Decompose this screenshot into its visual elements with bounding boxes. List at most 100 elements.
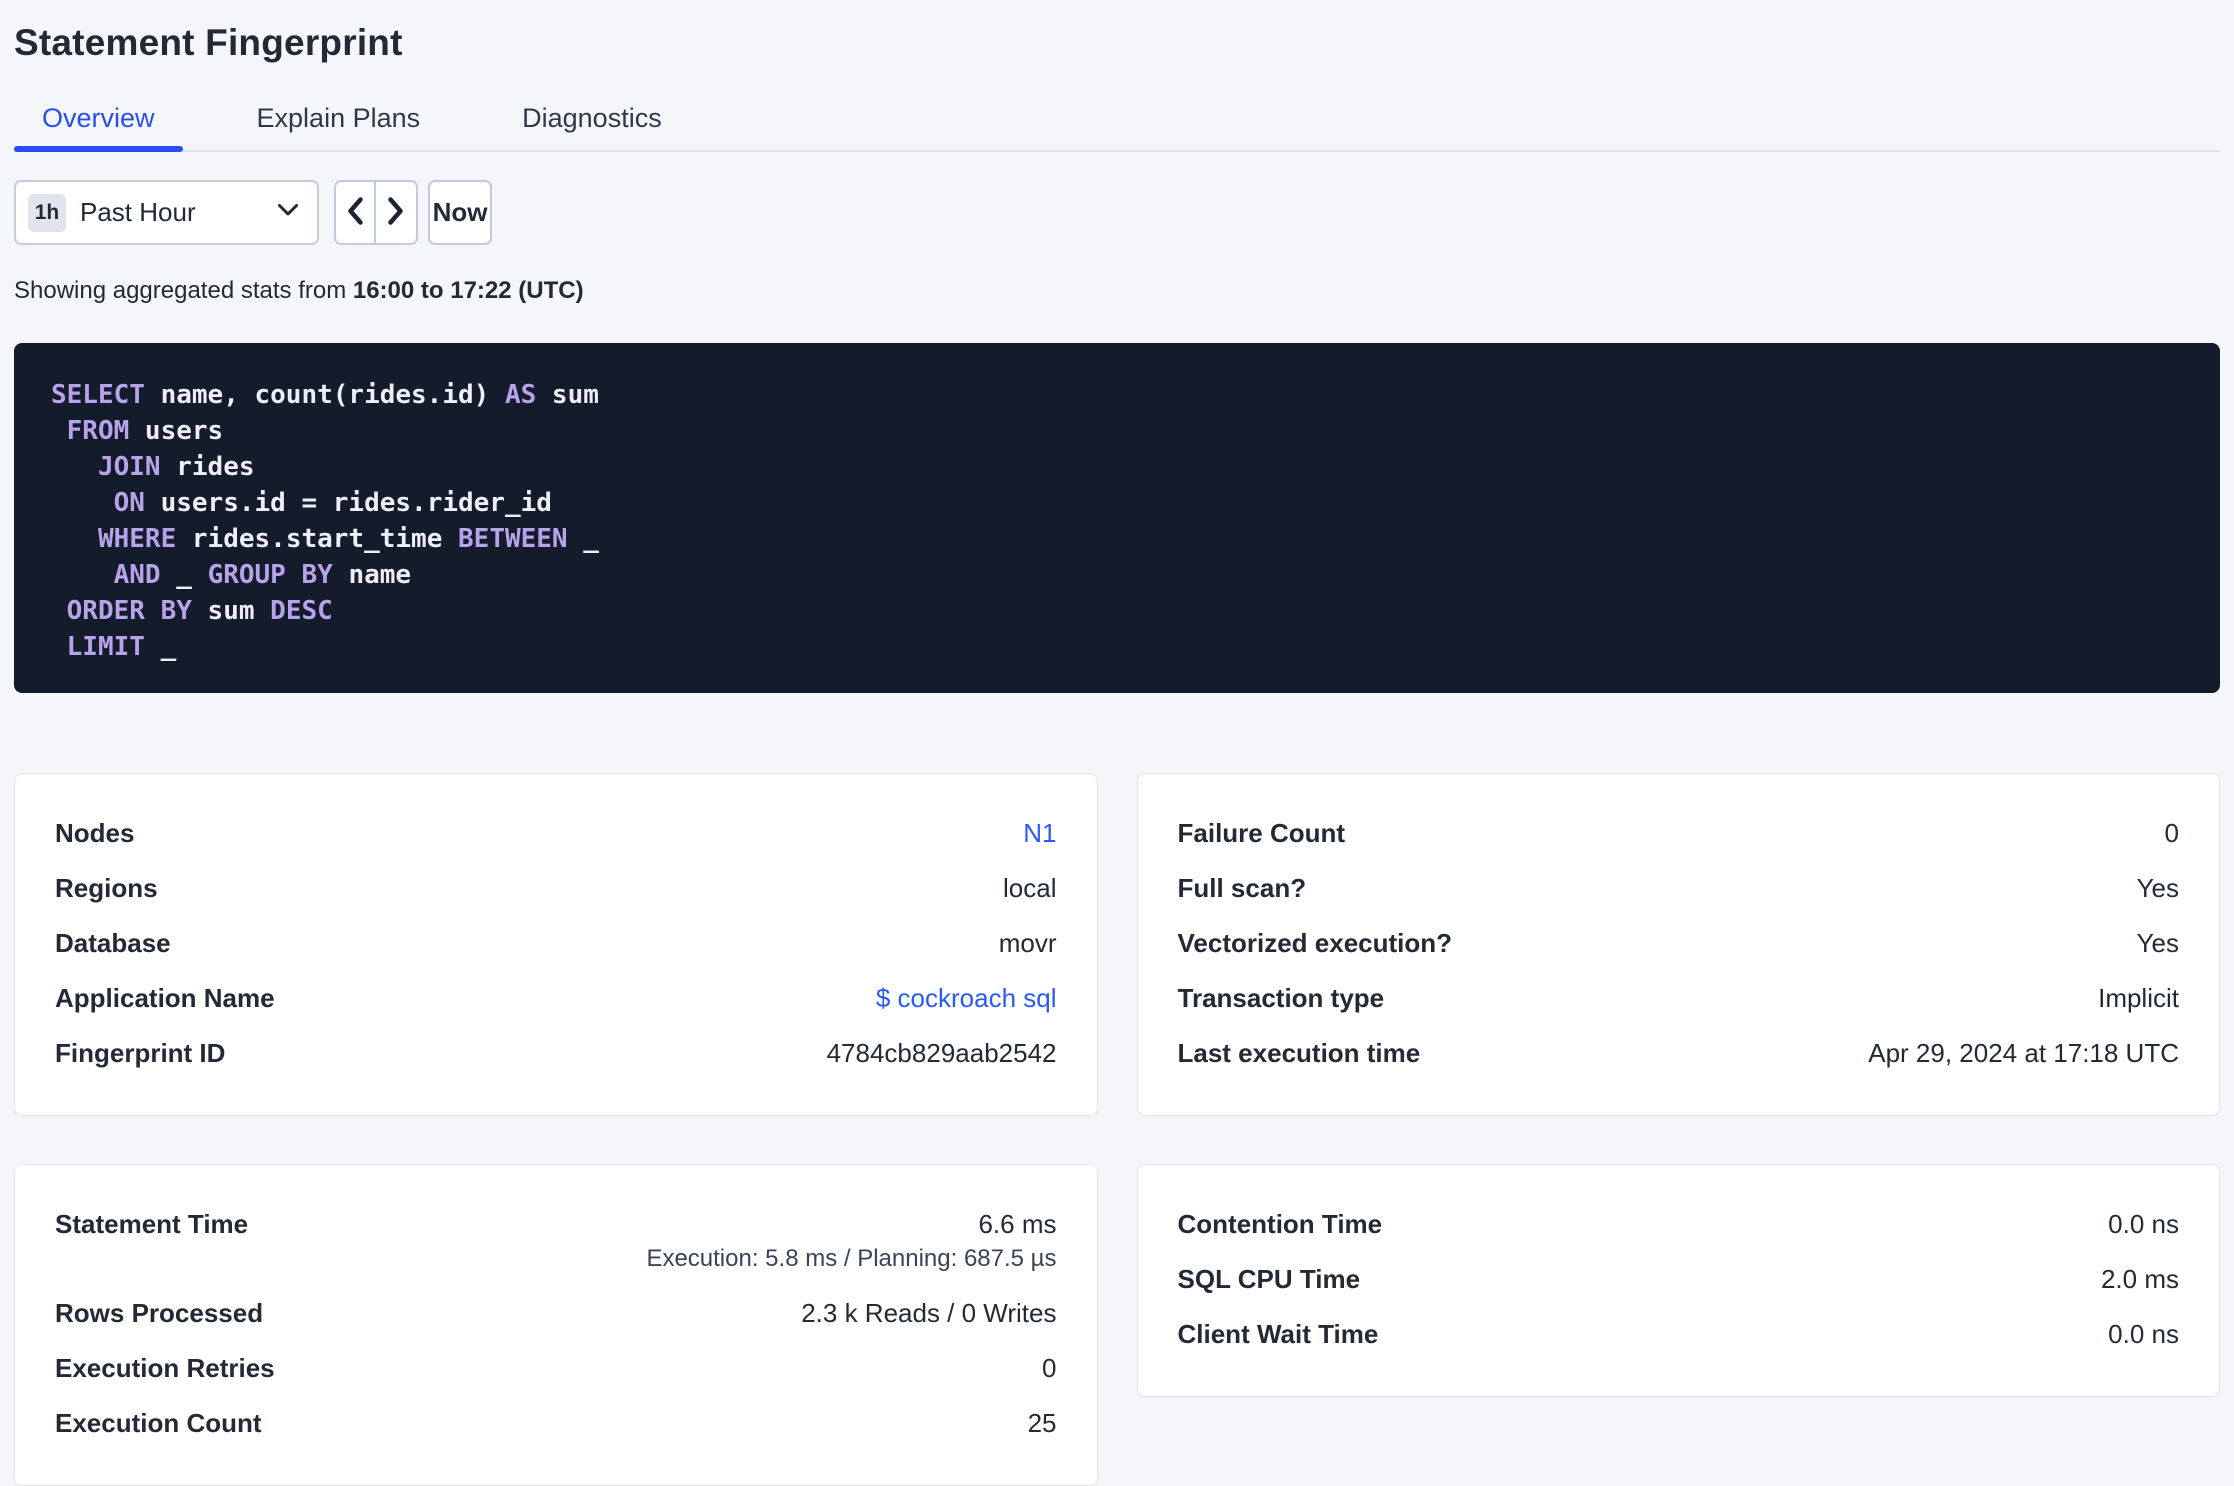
stats-caption: Showing aggregated stats from 16:00 to 1… xyxy=(14,277,2220,305)
stats-caption-prefix: Showing aggregated stats from xyxy=(14,277,353,304)
row-value: local xyxy=(1003,873,1057,903)
card-row: Transaction type Implicit xyxy=(1178,983,2180,1013)
row-label: Vectorized execution? xyxy=(1177,928,1453,958)
row-link[interactable]: $ cockroach sql xyxy=(876,983,1057,1013)
row-value-wrap: Implicit xyxy=(2098,983,2179,1013)
card-row: Nodes N1 xyxy=(55,818,1057,848)
chevron-right-icon xyxy=(387,196,405,229)
sql-line: AND _ GROUP BY name xyxy=(51,557,2184,593)
sql-line: LIMIT _ xyxy=(51,629,2184,665)
row-value: Yes xyxy=(2136,873,2179,903)
card-row: Rows Processed 2.3 k Reads / 0 Writes xyxy=(55,1298,1057,1328)
sql-text: _ xyxy=(567,524,599,554)
row-value-wrap: movr xyxy=(999,928,1057,958)
row-value-wrap: N1 xyxy=(1023,818,1056,848)
tab-explain-plans[interactable]: Explain Plans xyxy=(229,103,449,152)
row-value-wrap: 0.0 ns xyxy=(2108,1319,2179,1349)
execution-attributes-card: Failure Count 0 Full scan? Yes Vectorized ex… xyxy=(1136,773,2220,1116)
sql-line: ORDER BY sum DESC xyxy=(51,593,2184,629)
sql-keyword: AND xyxy=(113,560,161,590)
row-value-wrap: local xyxy=(1003,873,1056,903)
card-row: Application Name $ cockroach sql xyxy=(55,983,1057,1013)
row-label: Transaction type xyxy=(1177,983,1385,1013)
sql-keyword: FROM xyxy=(66,416,130,446)
card-row: Database movr xyxy=(55,928,1057,958)
card-row: Client Wait Time 0.0 ns xyxy=(1178,1319,2180,1349)
sql-keyword: JOIN xyxy=(97,452,161,482)
row-value: 25 xyxy=(1027,1408,1057,1438)
row-label: Contention Time xyxy=(1177,1209,1383,1239)
next-time-button[interactable] xyxy=(376,182,416,243)
row-value: Yes xyxy=(2136,928,2179,958)
row-value: Apr 29, 2024 at 17:18 UTC xyxy=(1868,1038,2179,1068)
metric-cards-row: Statement Time 6.6 ms Execution: 5.8 ms / … xyxy=(14,1164,2220,1486)
row-value-wrap: 0 xyxy=(2165,818,2179,848)
row-subvalue: Execution: 5.8 ms / Planning: 687.5 µs xyxy=(646,1245,1057,1272)
sql-line: WHERE rides.start_time BETWEEN _ xyxy=(51,521,2184,557)
row-link[interactable]: N1 xyxy=(1023,818,1056,848)
row-label: Rows Processed xyxy=(55,1298,264,1328)
row-value: Implicit xyxy=(2098,983,2179,1013)
row-label: Last execution time xyxy=(1177,1038,1421,1068)
sql-keyword: WHERE xyxy=(97,524,177,554)
row-label: Statement Time xyxy=(55,1209,249,1239)
statement-fingerprint-page: Statement Fingerprint Overview Explain P… xyxy=(0,0,2234,1486)
time-range-label: Past Hour xyxy=(80,197,196,227)
chevron-left-icon xyxy=(346,196,364,229)
row-label: Database xyxy=(55,928,171,958)
row-value-wrap: 0 xyxy=(1042,1353,1056,1383)
card-row: Execution Count 25 xyxy=(55,1408,1057,1438)
sql-code: SELECT name, count(rides.id) AS sum FROM… xyxy=(51,377,2184,665)
row-value: 2.3 k Reads / 0 Writes xyxy=(801,1298,1057,1328)
time-step-buttons xyxy=(334,180,418,245)
card-row: Vectorized execution? Yes xyxy=(1178,928,2180,958)
card-row: Failure Count 0 xyxy=(1178,818,2180,848)
info-cards-row: Nodes N1 Regions local Database movr Applicati… xyxy=(14,773,2220,1116)
sql-text: name, count(rides.id) xyxy=(144,380,505,410)
row-value-wrap: 6.6 ms Execution: 5.8 ms / Planning: 687.… xyxy=(646,1209,1056,1273)
row-label: Nodes xyxy=(55,818,135,848)
now-button[interactable]: Now xyxy=(428,180,492,245)
sql-keyword: LIMIT xyxy=(66,632,145,662)
time-range-badge: 1h xyxy=(28,193,66,232)
chevron-down-icon xyxy=(277,203,299,222)
sql-text: users.id = rides.rider_id xyxy=(144,488,552,518)
card-row: Contention Time 0.0 ns xyxy=(1178,1209,2180,1239)
sql-line: ON users.id = rides.rider_id xyxy=(51,485,2184,521)
row-label: Full scan? xyxy=(1177,873,1307,903)
row-value-wrap: $ cockroach sql xyxy=(876,983,1057,1013)
row-value-wrap: Apr 29, 2024 at 17:18 UTC xyxy=(1868,1038,2179,1068)
row-value-wrap: Yes xyxy=(2137,928,2179,958)
row-value: 6.6 ms xyxy=(978,1209,1057,1239)
row-label: SQL CPU Time xyxy=(1177,1264,1361,1294)
row-value: 0 xyxy=(2164,818,2179,848)
row-value-wrap: 2.3 k Reads / 0 Writes xyxy=(801,1298,1056,1328)
wait-times-card: Contention Time 0.0 ns SQL CPU Time 2.0 ms C… xyxy=(1136,1164,2220,1397)
sql-text: rides xyxy=(160,452,255,482)
row-value-wrap: 0.0 ns xyxy=(2108,1209,2179,1239)
sql-keyword: ORDER BY xyxy=(66,596,192,626)
prev-time-button[interactable] xyxy=(336,182,376,243)
card-row: Regions local xyxy=(55,873,1057,903)
time-range-dropdown[interactable]: 1h Past Hour xyxy=(14,180,319,245)
sql-line: JOIN rides xyxy=(51,449,2184,485)
row-label: Execution Retries xyxy=(55,1353,275,1383)
tab-bar: Overview Explain Plans Diagnostics xyxy=(14,103,2220,152)
time-controls: 1h Past Hour Now xyxy=(14,180,2220,245)
row-label: Fingerprint ID xyxy=(55,1038,226,1068)
sql-text: name xyxy=(332,560,412,590)
sql-keyword: BETWEEN xyxy=(458,524,568,554)
tab-overview[interactable]: Overview xyxy=(14,103,183,152)
sql-statement-box: SELECT name, count(rides.id) AS sum FROM… xyxy=(14,343,2220,693)
card-row: SQL CPU Time 2.0 ms xyxy=(1178,1264,2180,1294)
card-row: Fingerprint ID 4784cb829aab2542 xyxy=(55,1038,1057,1068)
tab-diagnostics[interactable]: Diagnostics xyxy=(494,103,690,152)
card-row: Statement Time 6.6 ms Execution: 5.8 ms / … xyxy=(55,1209,1057,1273)
